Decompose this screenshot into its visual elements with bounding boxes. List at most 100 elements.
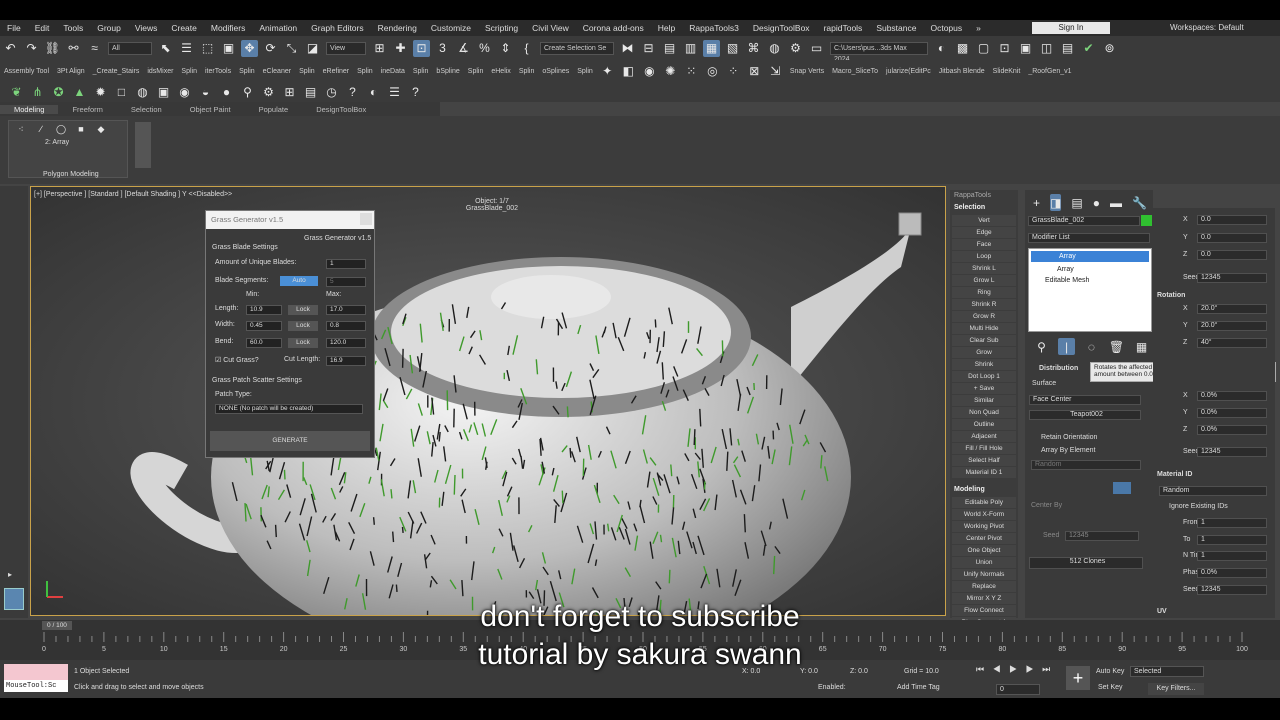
edge-icon[interactable]: ∕ <box>34 123 48 135</box>
idsmixer-button[interactable]: idsMixer <box>147 68 173 75</box>
grid-select-icon[interactable]: ⊠ <box>746 63 763 80</box>
settings-icon[interactable]: ⚙ <box>260 84 277 101</box>
rappa-button[interactable]: Unify Normals <box>952 569 1016 580</box>
id-button[interactable] <box>1113 482 1131 494</box>
utilities-tab-icon[interactable]: 🔧 <box>1132 194 1147 211</box>
dots-icon[interactable]: ⁙ <box>683 63 700 80</box>
toggle-ribbon-icon[interactable]: ▦ <box>703 39 720 57</box>
menu-item[interactable]: Octopus <box>923 23 969 33</box>
stack-item[interactable]: Editable Mesh <box>1029 275 1151 286</box>
auto-button[interactable]: Auto <box>280 276 318 286</box>
select-icon[interactable]: ⬉ <box>157 40 174 57</box>
viewport-icon[interactable]: ▣ <box>1017 40 1034 57</box>
itertools-button[interactable]: iterTools <box>205 68 231 75</box>
rappa-button[interactable]: World X-Form <box>952 509 1016 520</box>
material-editor-icon[interactable]: ◍ <box>766 40 783 57</box>
tree-icon[interactable]: ▲ <box>71 84 88 101</box>
element-icon[interactable]: ◆ <box>94 123 108 135</box>
rappa-button[interactable]: Face <box>952 239 1016 250</box>
polygon-icon[interactable]: ■ <box>74 123 88 135</box>
lock-button[interactable]: Lock <box>288 305 318 315</box>
scatter-icon[interactable]: ⁘ <box>725 63 742 80</box>
dialog-title[interactable]: Grass Generator v1.5 <box>206 211 374 229</box>
modifier-list-dropdown[interactable]: Modifier List <box>1028 233 1150 243</box>
configure-icon[interactable]: ▦ <box>1133 338 1150 355</box>
grass-icon[interactable]: ⋔ <box>29 84 46 101</box>
spline-tool-button[interactable]: Splin <box>181 68 197 75</box>
selection-heading[interactable]: Selection <box>950 202 1018 214</box>
link-icon[interactable]: ⛓ <box>44 40 61 57</box>
list-icon[interactable]: ☰ <box>386 84 403 101</box>
array-by-element-checkbox[interactable]: Array By Element <box>1041 447 1095 454</box>
rappa-button[interactable]: Replace <box>952 581 1016 592</box>
regularize-button[interactable]: jularize(EditPc <box>886 68 931 75</box>
selection-filter-dropdown[interactable]: All <box>108 41 152 55</box>
undo-icon[interactable]: ↶ <box>2 40 19 57</box>
sphere-icon[interactable]: ● <box>218 84 235 101</box>
seed2-field[interactable]: 12345 <box>1197 447 1267 457</box>
retain-orientation-checkbox[interactable]: Retain Orientation <box>1041 434 1097 441</box>
rappa-button[interactable]: Multi Hide <box>952 323 1016 334</box>
vertex-icon[interactable]: ⁖ <box>14 123 28 135</box>
rappa-button[interactable]: Clear Sub <box>952 335 1016 346</box>
rappa-button[interactable]: One Object <box>952 545 1016 556</box>
rappa-button[interactable]: Grow <box>952 347 1016 358</box>
macro-sliceto-button[interactable]: Macro_SliceTo <box>832 68 878 75</box>
cut-grass-checkbox[interactable]: ☑ Cut Grass? <box>215 356 259 364</box>
box-icon[interactable]: ◧ <box>620 63 637 80</box>
pos-x-field[interactable]: 0.0 <box>1197 215 1267 225</box>
spline-tool-button[interactable]: Splin <box>299 68 315 75</box>
phase-field[interactable]: 0.0% <box>1197 568 1267 578</box>
snap-icon[interactable]: 3 <box>434 40 451 57</box>
bind-icon[interactable]: ≈ <box>86 40 103 57</box>
layout-icon[interactable]: ⊞ <box>281 84 298 101</box>
tab-object-paint[interactable]: Object Paint <box>176 105 245 114</box>
rappa-button[interactable]: Grow L <box>952 275 1016 286</box>
light-icon[interactable]: ✪ <box>50 84 67 101</box>
rappa-button[interactable]: Loop <box>952 251 1016 262</box>
current-frame-field[interactable]: 0 <box>996 684 1040 695</box>
spline-tool-button[interactable]: Splin <box>468 68 484 75</box>
menu-item[interactable]: Substance <box>869 23 923 33</box>
menu-item[interactable]: Scripting <box>478 23 525 33</box>
rappa-button[interactable]: Ring <box>952 287 1016 298</box>
tab-populate[interactable]: Populate <box>245 105 303 114</box>
osplines-button[interactable]: oSplines <box>542 68 569 75</box>
spline-tool-button[interactable]: Splin <box>413 68 429 75</box>
history-icon[interactable]: ◷ <box>323 84 340 101</box>
spinner-snap-icon[interactable]: ⇕ <box>497 40 514 57</box>
menu-item[interactable]: Civil View <box>525 23 576 33</box>
rappa-button[interactable]: Adjacent <box>952 431 1016 442</box>
add-time-tag[interactable]: Add Time Tag <box>897 684 940 691</box>
menu-item[interactable]: Corona add-ons <box>576 23 651 33</box>
object-name-field[interactable]: GrassBlade_002 <box>1028 216 1140 226</box>
snap-verts-button[interactable]: Snap Verts <box>790 68 824 75</box>
curve-editor-icon[interactable]: ▧ <box>724 40 741 57</box>
rappa-button[interactable]: Editable Poly <box>952 497 1016 508</box>
rect-select-icon[interactable]: ⬚ <box>199 40 216 57</box>
lamp-icon[interactable]: ⚲ <box>239 84 256 101</box>
frame-icon[interactable]: ▤ <box>302 84 319 101</box>
mirror-icon[interactable]: ⧓ <box>619 40 636 57</box>
pin-icon[interactable]: ✦ <box>599 63 616 80</box>
window-icon[interactable]: ▤ <box>1059 40 1076 57</box>
unlink-icon[interactable]: ⚯ <box>65 40 82 57</box>
menu-item[interactable]: File <box>0 23 28 33</box>
select-by-name-icon[interactable]: ☰ <box>178 40 195 57</box>
menu-item[interactable]: Views <box>128 23 165 33</box>
menu-item[interactable]: Rendering <box>371 23 424 33</box>
rappa-button[interactable]: Shrink <box>952 359 1016 370</box>
scene-explorer-icon[interactable]: ▥ <box>682 40 699 57</box>
tab-selection[interactable]: Selection <box>117 105 176 114</box>
random-dropdown[interactable]: Random <box>1031 460 1141 470</box>
segments-field[interactable]: 5 <box>326 277 366 287</box>
create-stairs-button[interactable]: _Create_Stairs <box>93 68 140 75</box>
menu-item[interactable]: RappaTools3 <box>682 23 746 33</box>
rappa-button[interactable]: Select Half <box>952 455 1016 466</box>
spline-tool-button[interactable]: Splin <box>357 68 373 75</box>
set-key-button[interactable]: Set Key <box>1098 684 1123 691</box>
stack-item[interactable]: Array <box>1031 251 1149 262</box>
menu-item[interactable]: Edit <box>28 23 57 33</box>
rot-x-field[interactable]: 20.0° <box>1197 304 1267 314</box>
workspace-dropdown[interactable]: Workspaces: Default <box>1170 22 1278 34</box>
